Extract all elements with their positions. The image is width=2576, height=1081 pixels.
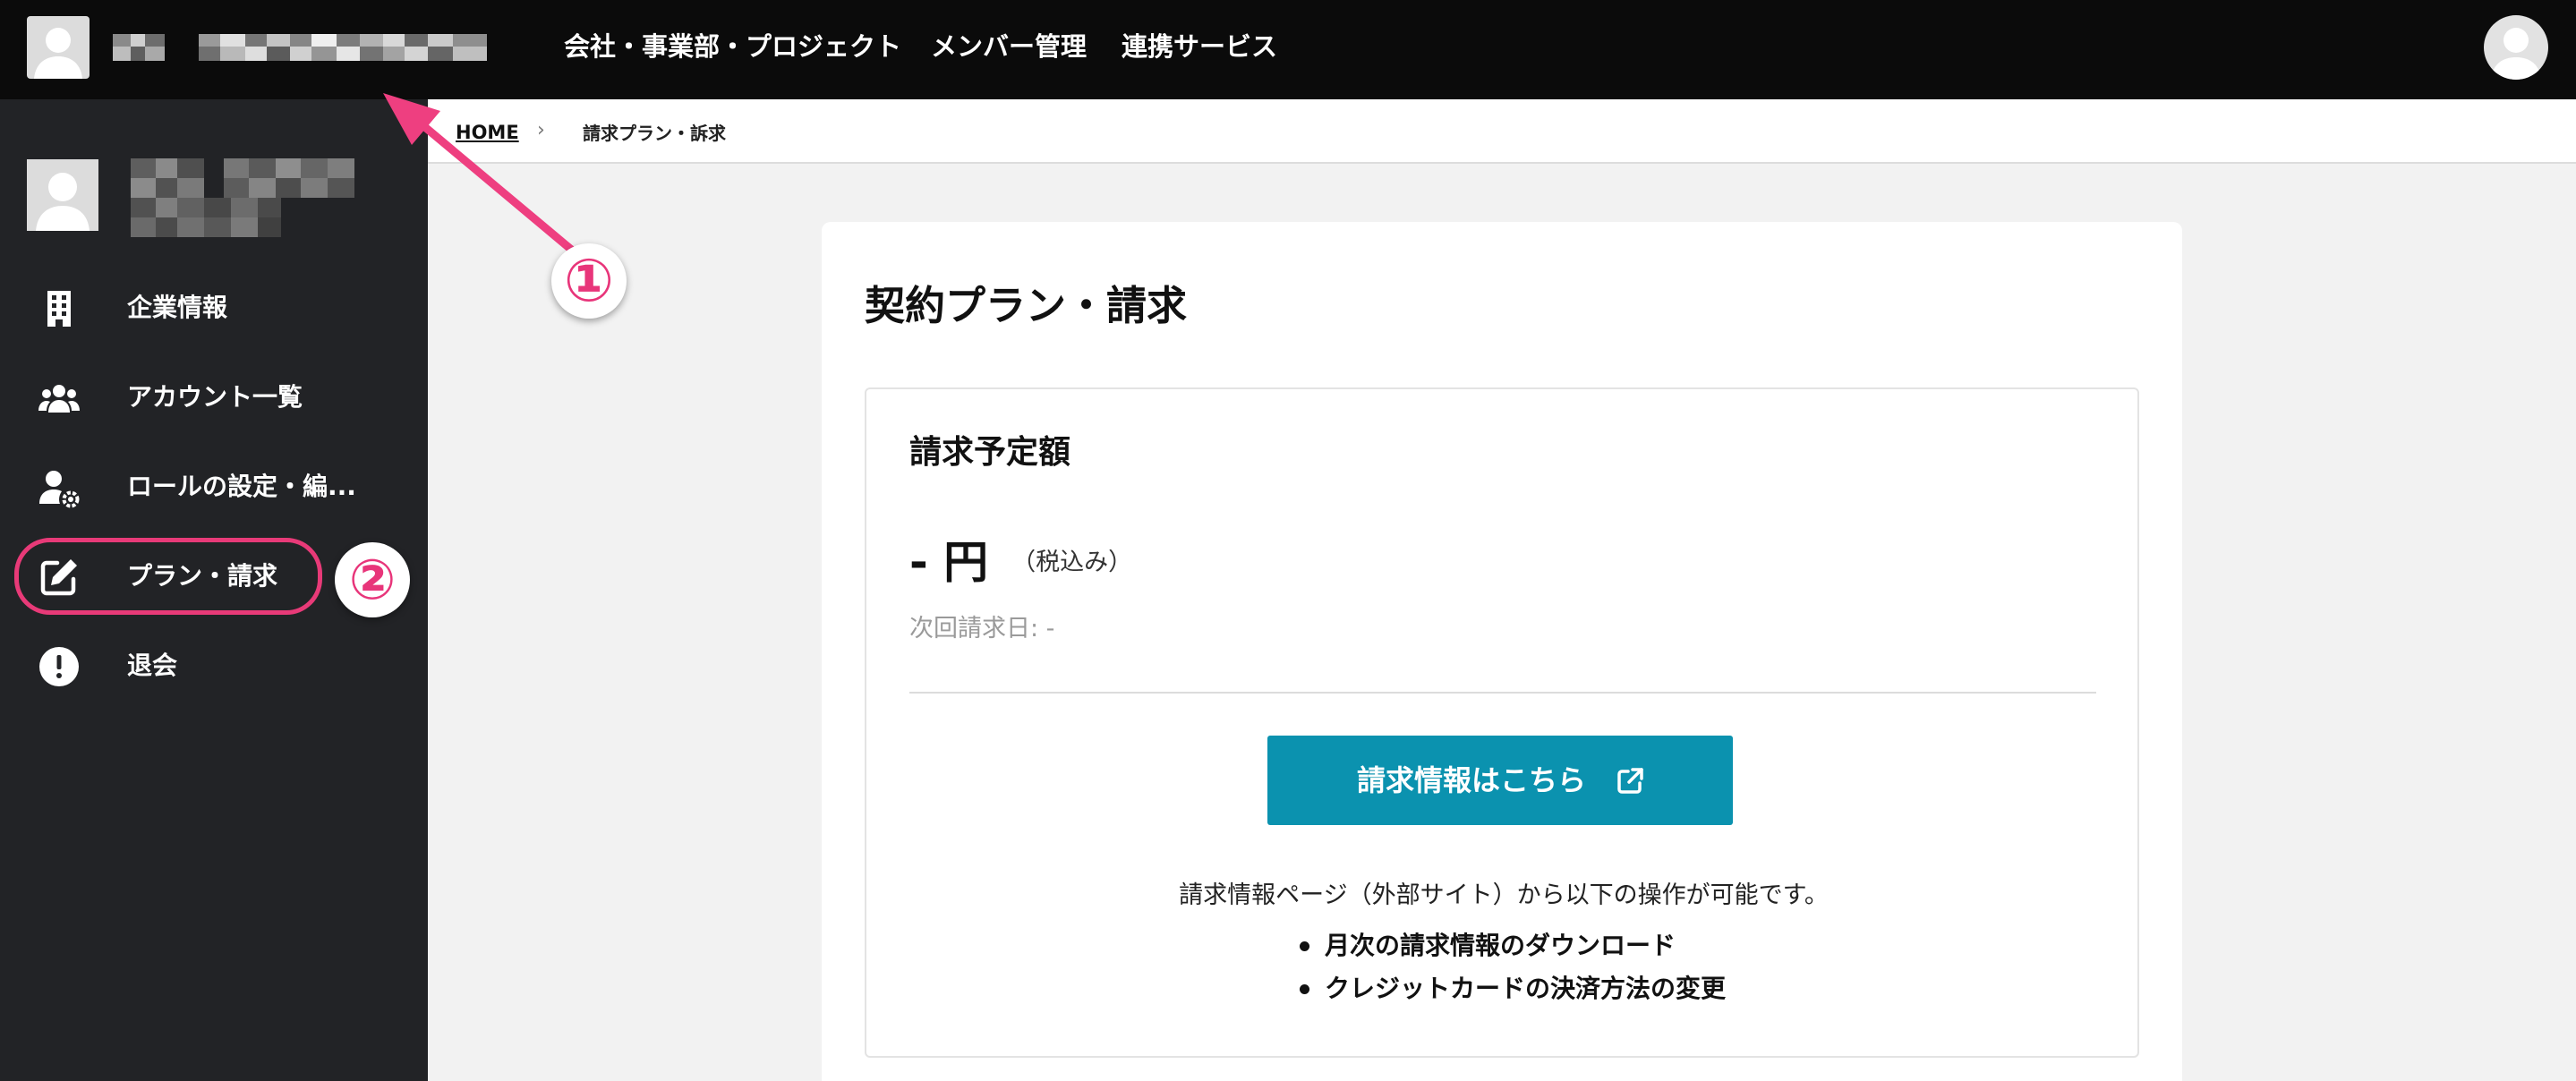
tax-note: （税込み） xyxy=(1011,548,1133,576)
annotation-badge-1: ① xyxy=(551,243,627,319)
exclamation-circle-icon xyxy=(39,647,79,686)
billing-panel: 請求予定額 - 円 （税込み） 次回請求日: - 請求情報はこちら 請求情報ページ… xyxy=(865,387,2139,1058)
sidebar-item-withdraw[interactable]: 退会 xyxy=(14,627,322,704)
external-link-icon xyxy=(1617,768,1643,794)
breadcrumb-home-link[interactable]: HOME xyxy=(456,120,519,145)
sidebar-item-label: 企業情報 xyxy=(127,293,228,322)
edit-icon xyxy=(40,559,77,596)
annotation-badge-2: ② xyxy=(335,542,410,617)
nav-company-division-project[interactable]: 会社・事業部・プロジェクト xyxy=(564,27,901,66)
sidebar-item-label: プラン・請求 xyxy=(127,561,278,591)
sidebar-item-label: ロールの設定・編... xyxy=(127,472,356,501)
billing-amount: - 円 （税込み） xyxy=(909,532,1132,592)
billing-description: 請求情報ページ（外部サイト）から以下の操作が可能です。 xyxy=(1179,881,1829,909)
billing-info-button-label: 請求情報はこちら xyxy=(1357,763,1587,797)
sidebar-item-role-settings[interactable]: ロールの設定・編... xyxy=(14,448,356,525)
page-title: 契約プラン・請求 xyxy=(865,282,1188,329)
account-name-blurred xyxy=(131,158,378,239)
plan-billing-card: 契約プラン・請求 請求予定額 - 円 （税込み） 次回請求日: - 請求情報はこち… xyxy=(822,222,2182,1081)
users-icon xyxy=(38,385,80,413)
account-avatar xyxy=(27,159,98,231)
sidebar-item-label: 退会 xyxy=(127,651,178,680)
billing-amount-title: 請求予定額 xyxy=(909,434,1071,471)
next-billing-date: 次回請求日: - xyxy=(909,615,1055,643)
breadcrumb-current: 請求プラン・訴求 xyxy=(583,123,726,144)
organization-avatar[interactable] xyxy=(27,16,90,79)
sidebar-item-plan-billing[interactable]: プラン・請求 xyxy=(14,538,322,615)
sidebar-item-company-info[interactable]: 企業情報 xyxy=(14,269,322,346)
organization-name-blurred[interactable] xyxy=(113,30,487,64)
list-item: 月次の請求情報のダウンロード xyxy=(1296,924,1726,967)
breadcrumb: HOME › 請求プラン・訴求 xyxy=(428,99,2576,164)
feature-list: 月次の請求情報のダウンロード クレジットカードの決済方法の変更 xyxy=(1296,924,1726,1010)
amount-value: - 円 xyxy=(909,536,989,589)
nav-integration-services[interactable]: 連携サービス xyxy=(1122,27,1277,66)
top-navigation-bar: 会社・事業部・プロジェクト メンバー管理 連携サービス xyxy=(0,0,2576,99)
divider xyxy=(909,692,2096,694)
list-item: クレジットカードの決済方法の変更 xyxy=(1296,967,1726,1010)
building-icon xyxy=(47,291,71,327)
sidebar-item-account-list[interactable]: アカウント一覧 xyxy=(14,359,322,436)
billing-info-button[interactable]: 請求情報はこちら xyxy=(1267,736,1733,825)
nav-member-management[interactable]: メンバー管理 xyxy=(931,27,1087,66)
breadcrumb-separator: › xyxy=(537,119,545,141)
user-avatar[interactable] xyxy=(2484,15,2548,80)
user-settings-icon xyxy=(39,471,80,508)
sidebar-item-label: アカウント一覧 xyxy=(127,382,303,412)
